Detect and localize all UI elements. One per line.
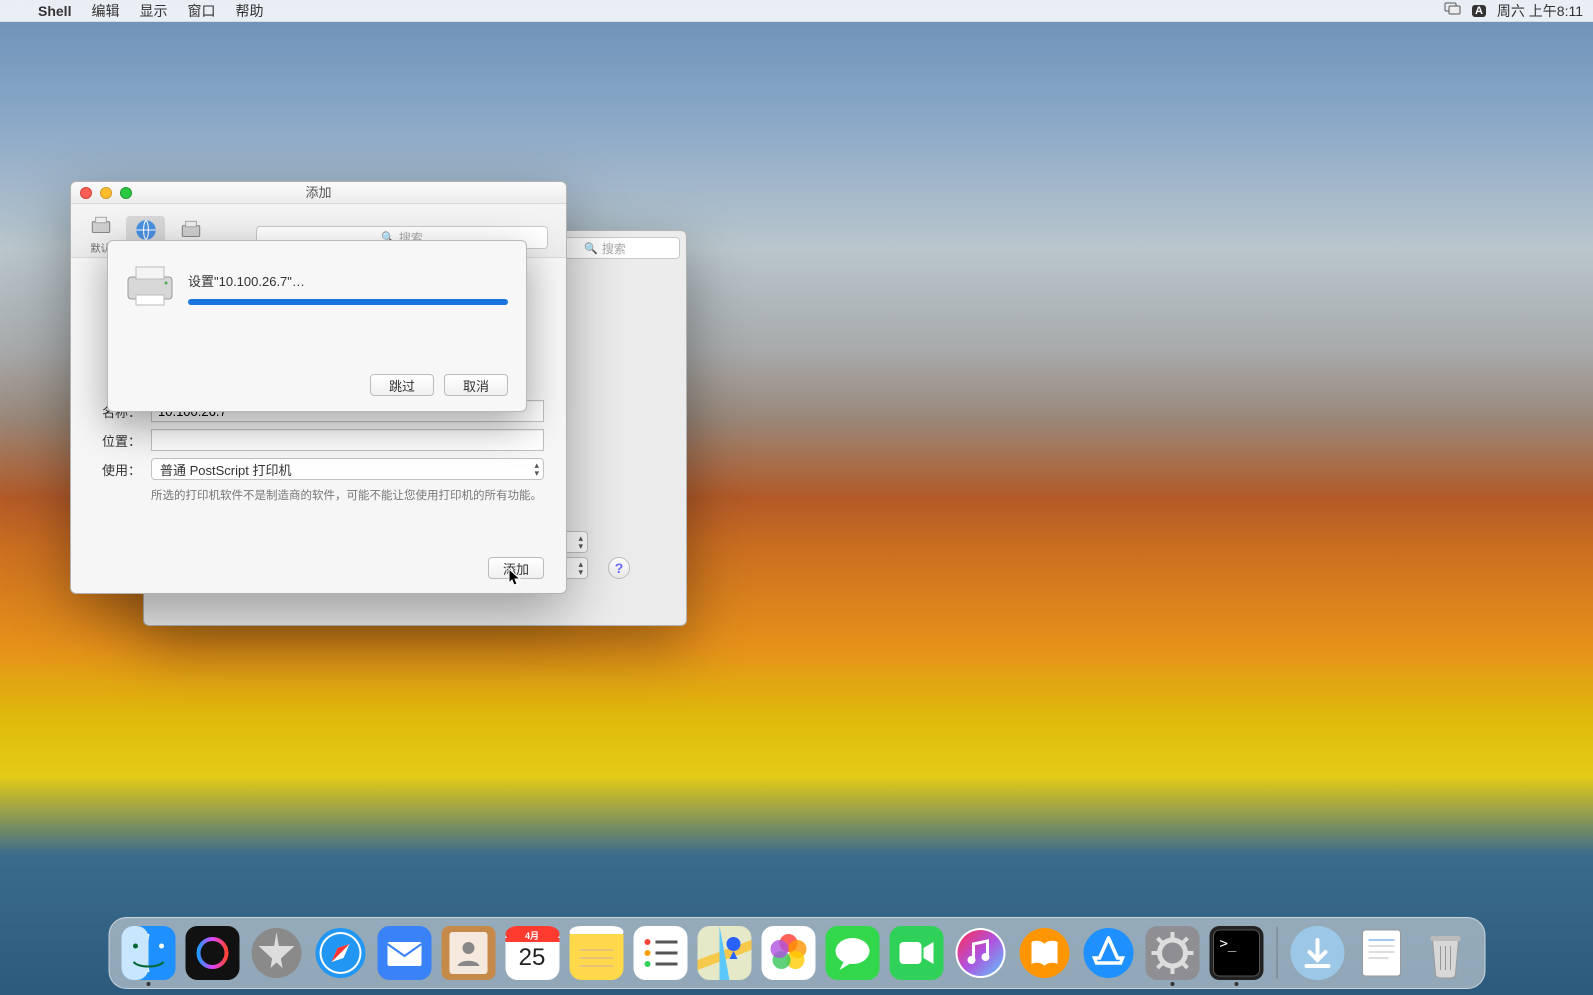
dock-separator	[1276, 927, 1277, 979]
dock-facetime[interactable]	[889, 926, 943, 980]
menu-help[interactable]: 帮助	[225, 1, 273, 21]
dock-terminal[interactable]: >_	[1209, 926, 1263, 980]
screen-share-icon[interactable]	[1444, 2, 1462, 19]
menubar: Shell 编辑 显示 窗口 帮助 A 周六 上午8:11	[0, 0, 1593, 22]
chevron-updown-icon: ▴▾	[578, 534, 583, 550]
svg-text:>_: >_	[1219, 936, 1236, 952]
menu-edit[interactable]: 编辑	[81, 1, 129, 21]
chevron-updown-icon: ▴▾	[578, 560, 583, 576]
dock-contacts[interactable]	[441, 926, 495, 980]
menubar-clock[interactable]: 周六 上午8:11	[1497, 1, 1583, 21]
printer-form: 名称： 位置： 使用： 普通 PostScript 打印机 ▴▾ 所选的打印机软…	[93, 400, 544, 503]
dock-itunes[interactable]	[953, 926, 1007, 980]
window-controls	[80, 187, 132, 199]
pref-search-placeholder: 搜索	[602, 240, 626, 257]
dock-photos[interactable]	[761, 926, 815, 980]
minimize-button[interactable]	[100, 187, 112, 199]
use-value: 普通 PostScript 打印机	[160, 460, 291, 479]
dock-maps[interactable]	[697, 926, 751, 980]
add-button[interactable]: 添加	[488, 557, 544, 579]
dock-launchpad[interactable]	[249, 926, 303, 980]
menu-window[interactable]: 窗口	[177, 1, 225, 21]
dock: 4月25 >_	[108, 917, 1485, 989]
dock-appstore[interactable]	[1081, 926, 1135, 980]
app-menu[interactable]: Shell	[28, 3, 81, 19]
skip-button[interactable]: 跳过	[370, 374, 434, 396]
menu-view[interactable]: 显示	[129, 1, 177, 21]
progress-sheet: 设置"10.100.26.7"… 跳过 取消	[107, 240, 527, 412]
dock-safari[interactable]	[313, 926, 367, 980]
dock-reminders[interactable]	[633, 926, 687, 980]
use-label: 使用：	[93, 460, 141, 479]
help-button[interactable]: ?	[608, 557, 630, 579]
dock-finder[interactable]	[121, 926, 175, 980]
titlebar: 添加	[71, 182, 566, 204]
search-icon: 🔍	[584, 242, 598, 255]
dock-messages[interactable]	[825, 926, 879, 980]
dock-siri[interactable]	[185, 926, 239, 980]
progress-message: 设置"10.100.26.7"…	[188, 271, 305, 290]
dock-downloads[interactable]	[1290, 926, 1344, 980]
dock-trash[interactable]	[1418, 926, 1472, 980]
close-button[interactable]	[80, 187, 92, 199]
progress-bar	[188, 299, 508, 305]
zoom-button[interactable]	[120, 187, 132, 199]
dock-preferences[interactable]	[1145, 926, 1199, 980]
progress-fill	[188, 299, 508, 305]
dock-calendar[interactable]: 4月25	[505, 926, 559, 980]
printer-icon	[124, 263, 176, 308]
dock-mail[interactable]	[377, 926, 431, 980]
dock-notes[interactable]	[569, 926, 623, 980]
dock-document[interactable]	[1354, 926, 1408, 980]
driver-warning: 所选的打印机软件不是制造商的软件，可能不能让您使用打印机的所有功能。	[151, 487, 544, 503]
location-input[interactable]	[151, 429, 544, 451]
use-select[interactable]: 普通 PostScript 打印机 ▴▾	[151, 458, 544, 480]
cancel-button[interactable]: 取消	[444, 374, 508, 396]
input-source-icon[interactable]: A	[1472, 5, 1486, 17]
dock-ibooks[interactable]	[1017, 926, 1071, 980]
location-label: 位置：	[93, 431, 141, 450]
chevron-updown-icon: ▴▾	[534, 461, 539, 477]
window-title: 添加	[71, 182, 566, 204]
